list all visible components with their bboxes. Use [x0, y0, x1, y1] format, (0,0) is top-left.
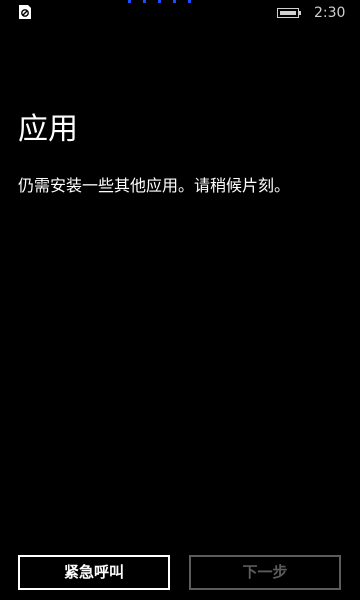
battery-level-fill [280, 11, 296, 15]
progress-indicator [128, 0, 192, 4]
page-message: 仍需安装一些其他应用。请稍候片刻。 [18, 176, 291, 195]
progress-dot [173, 0, 176, 3]
progress-dot [143, 0, 146, 3]
next-button[interactable]: 下一步 [189, 555, 341, 590]
progress-dot [188, 0, 191, 3]
progress-dot [128, 0, 131, 3]
progress-dot [158, 0, 161, 3]
battery-terminal [299, 11, 301, 15]
battery-icon [277, 8, 299, 18]
emergency-call-button[interactable]: 紧急呼叫 [18, 555, 170, 590]
status-clock: 2:30 [314, 5, 346, 21]
status-bar: 2:30 [0, 0, 360, 26]
page-title: 应用 [18, 112, 78, 147]
no-sim-icon [17, 4, 33, 20]
